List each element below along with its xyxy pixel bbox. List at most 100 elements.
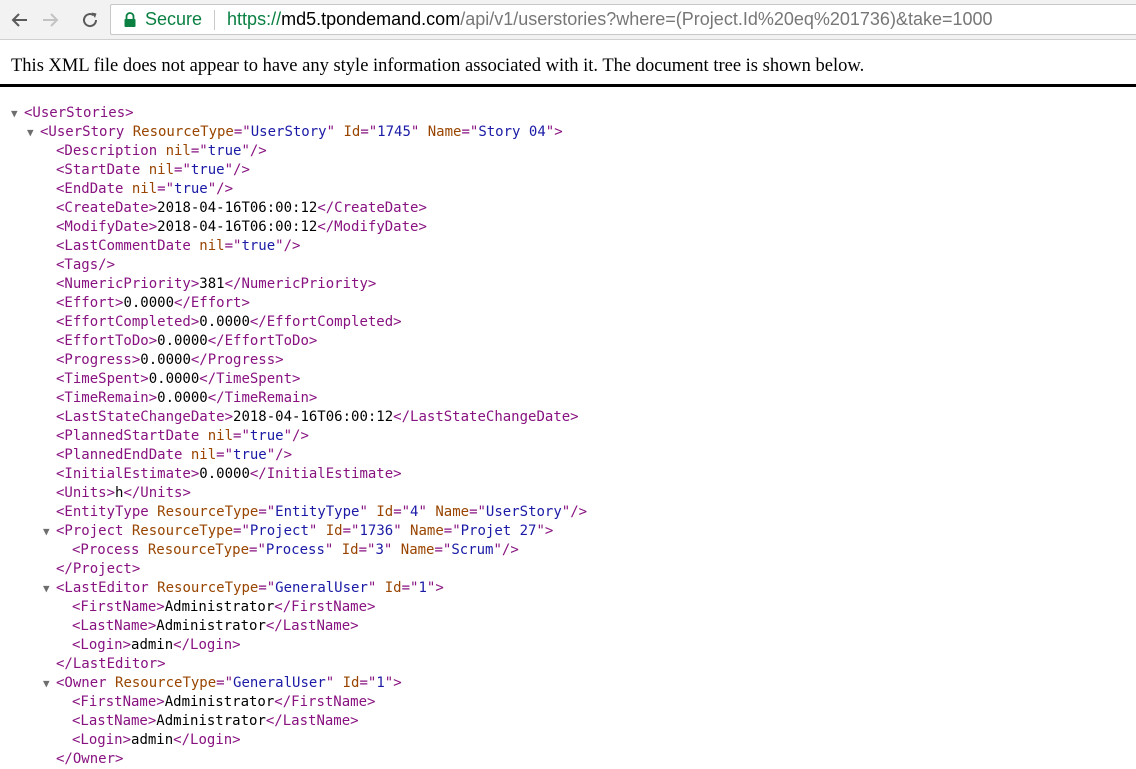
xml-text-content: admin bbox=[131, 732, 174, 748]
xml-text-content: 0.0000 bbox=[199, 314, 250, 330]
xml-attribute-name: ResourceType bbox=[132, 124, 234, 140]
xml-tag-text: </Effort> bbox=[174, 295, 250, 311]
xml-tag-text: </Units> bbox=[123, 485, 191, 501]
xml-tag-text: "/> bbox=[493, 542, 519, 558]
xml-line: ▼ <Owner ResourceType="GeneralUser" Id="1… bbox=[0, 674, 1136, 693]
xml-tag-text: =" bbox=[233, 428, 250, 444]
xml-line: <ModifyDate>2018-04-16T06:00:12</ModifyD… bbox=[0, 218, 1136, 237]
xml-document-tree: ▼ <UserStories> ▼ <UserStory ResourceType="… bbox=[0, 104, 1136, 769]
xml-attribute-value: 1745 bbox=[377, 124, 411, 140]
xml-tag-text: =" bbox=[157, 181, 175, 197]
xml-tag-text: </Project> bbox=[56, 561, 141, 577]
xml-line-content: </LastEditor> bbox=[56, 655, 166, 674]
xml-line: <LastName>Administrator</LastName> bbox=[0, 617, 1136, 636]
xml-tag-text: </InitialEstimate> bbox=[249, 466, 402, 482]
xml-line-content: <LastName>Administrator</LastName> bbox=[72, 617, 359, 636]
xml-tag-text: "/> bbox=[275, 238, 301, 254]
xml-line-content: <LastCommentDate nil="true"/> bbox=[56, 237, 300, 256]
xml-tag-text: <EndDate bbox=[56, 181, 132, 197]
xml-tag-text: "> bbox=[426, 580, 444, 596]
reload-button[interactable] bbox=[76, 6, 104, 34]
xml-tag-text: =" bbox=[469, 504, 486, 520]
xml-tag-text: "/> bbox=[224, 162, 250, 178]
xml-tag-text: </LastName> bbox=[265, 713, 359, 729]
xml-attribute-value: GeneralUser bbox=[275, 580, 368, 596]
xml-line-content: <Units>h</Units> bbox=[56, 484, 191, 503]
xml-tag-text: </CreateDate> bbox=[317, 200, 427, 216]
lock-icon[interactable] bbox=[123, 11, 137, 28]
xml-attribute-name: Name bbox=[427, 124, 462, 140]
xml-line: <EntityType ResourceType="EntityType" Id… bbox=[0, 503, 1136, 522]
xml-text-content: 2018-04-16T06:00:12 bbox=[157, 219, 318, 235]
xml-tag-text: "/> bbox=[241, 143, 267, 159]
xml-attribute-name: Id bbox=[343, 124, 361, 140]
xml-attribute-value: UserStory bbox=[250, 124, 327, 140]
forward-button[interactable] bbox=[36, 6, 64, 34]
header-divider bbox=[0, 84, 1136, 87]
xml-line: <PlannedStartDate nil="true"/> bbox=[0, 427, 1136, 446]
xml-tag-text: " bbox=[359, 504, 377, 520]
collapse-toggle-icon[interactable]: ▼ bbox=[11, 104, 18, 123]
xml-tag-text: </LastStateChangeDate> bbox=[393, 409, 579, 425]
xml-attribute-name: Id bbox=[384, 580, 402, 596]
xml-attribute-value: 1 bbox=[418, 580, 427, 596]
arrow-right-icon bbox=[43, 13, 59, 27]
xml-line-content: <LastStateChangeDate>2018-04-16T06:00:12… bbox=[56, 408, 579, 427]
xml-tag-text: </Login> bbox=[173, 732, 241, 748]
xml-tag-text: <Progress> bbox=[56, 352, 141, 368]
xml-attribute-name: nil bbox=[199, 238, 225, 254]
xml-text-content: 0.0000 bbox=[157, 390, 208, 406]
xml-line: ▼ <UserStory ResourceType="UserStory" Id=… bbox=[0, 123, 1136, 142]
xml-text-content: Administrator bbox=[164, 694, 275, 710]
xml-line-content: <NumericPriority>381</NumericPriority> bbox=[56, 275, 376, 294]
xml-tag-text: <LastCommentDate bbox=[56, 238, 200, 254]
address-bar[interactable]: Secure https://md5.tpondemand.com/api/v1… bbox=[110, 4, 1136, 35]
xml-line: <StartDate nil="true"/> bbox=[0, 161, 1136, 180]
xml-attribute-name: ResourceType bbox=[157, 580, 259, 596]
collapse-toggle-icon[interactable]: ▼ bbox=[43, 522, 50, 541]
xml-tag-text: =" bbox=[216, 675, 234, 691]
xml-tag-text: </Login> bbox=[173, 637, 241, 653]
xml-tag-text: <CreateDate> bbox=[56, 200, 158, 216]
xml-tag-text: =" bbox=[174, 162, 191, 178]
xml-line: ▼ <UserStories> bbox=[0, 104, 1136, 123]
xml-line: <FirstName>Administrator</FirstName> bbox=[0, 693, 1136, 712]
xml-tag-text: "/> bbox=[283, 428, 309, 444]
xml-tag-text: " bbox=[325, 675, 343, 691]
xml-tag-text: <ModifyDate> bbox=[56, 219, 158, 235]
xml-line: ▼ <LastEditor ResourceType="GeneralUser" … bbox=[0, 579, 1136, 598]
xml-line-content: <UserStory ResourceType="UserStory" Id="… bbox=[40, 123, 563, 142]
xml-line-content: <EffortCompleted>0.0000</EffortCompleted… bbox=[56, 313, 402, 332]
xml-line: <Units>h</Units> bbox=[0, 484, 1136, 503]
xml-tag-text: <EffortToDo> bbox=[56, 333, 158, 349]
omnibox-divider bbox=[214, 9, 216, 30]
xml-tag-text: <TimeRemain> bbox=[56, 390, 158, 406]
collapse-toggle-icon[interactable]: ▼ bbox=[43, 674, 50, 693]
secure-label[interactable]: Secure bbox=[145, 9, 202, 30]
collapse-toggle-icon[interactable]: ▼ bbox=[27, 123, 34, 142]
xml-attribute-value: true bbox=[233, 447, 267, 463]
collapse-toggle-icon[interactable]: ▼ bbox=[43, 579, 50, 598]
xml-line: <Description nil="true"/> bbox=[0, 142, 1136, 161]
back-button[interactable] bbox=[6, 6, 34, 34]
xml-attribute-name: Name bbox=[400, 542, 435, 558]
xml-tag-text: =" bbox=[224, 238, 242, 254]
xml-attribute-name: ResourceType bbox=[147, 542, 250, 558]
xml-tag-text: =" bbox=[258, 504, 276, 520]
xml-tag-text: "> bbox=[545, 124, 563, 140]
xml-tag-text: </EffortCompleted> bbox=[249, 314, 402, 330]
xml-tag-text: <EffortCompleted> bbox=[56, 314, 200, 330]
xml-tag-text: <LastName> bbox=[72, 618, 157, 634]
xml-attribute-name: Id bbox=[342, 675, 360, 691]
xml-tag-text: =" bbox=[359, 675, 377, 691]
xml-line: <LastStateChangeDate>2018-04-16T06:00:12… bbox=[0, 408, 1136, 427]
url-text[interactable]: https://md5.tpondemand.com/api/v1/userst… bbox=[227, 9, 992, 30]
xml-tag-text: </TimeSpent> bbox=[199, 371, 301, 387]
xml-attribute-value: Story 04 bbox=[478, 124, 546, 140]
xml-tag-text: <StartDate bbox=[56, 162, 149, 178]
xml-line: <Login>admin</Login> bbox=[0, 731, 1136, 750]
arrow-left-icon bbox=[11, 13, 27, 27]
xml-tag-text: </Progress> bbox=[190, 352, 284, 368]
xml-line-content: <CreateDate>2018-04-16T06:00:12</CreateD… bbox=[56, 199, 427, 218]
xml-tag-text: " bbox=[324, 542, 342, 558]
